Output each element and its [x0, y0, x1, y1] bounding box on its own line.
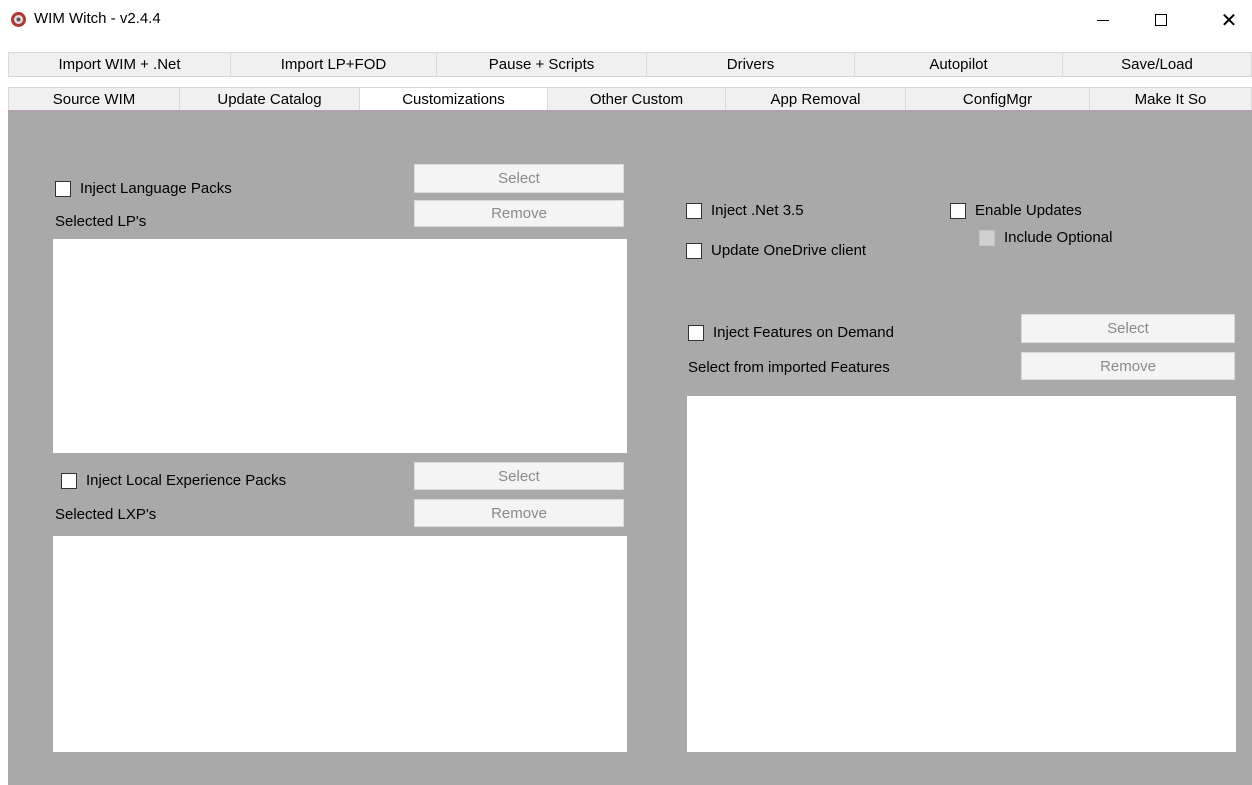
selected-lps-label: Selected LP's [55, 213, 147, 230]
inject-lxp-checkbox[interactable]: Inject Local Experience Packs [61, 472, 286, 489]
minimize-button[interactable] [1080, 0, 1126, 40]
tab-autopilot[interactable]: Autopilot [855, 52, 1063, 76]
checkbox-label: Inject Features on Demand [713, 324, 894, 341]
checkbox-label: Inject Local Experience Packs [86, 472, 287, 489]
tab-drivers[interactable]: Drivers [647, 52, 855, 76]
tab-save-load[interactable]: Save/Load [1063, 52, 1252, 76]
close-icon: ✕ [1220, 9, 1238, 32]
inject-fod-checkbox[interactable]: Inject Features on Demand [688, 324, 894, 341]
checkbox-label: Inject Language Packs [80, 180, 232, 197]
inject-language-packs-checkbox[interactable]: Inject Language Packs [55, 180, 232, 197]
checkbox-label: Include Optional [1004, 229, 1113, 246]
selected-lxps-label: Selected LXP's [55, 506, 157, 523]
inject-net35-checkbox[interactable]: Inject .Net 3.5 [686, 202, 804, 219]
title-bar: WIM Witch - v2.4.4 ✕ [0, 0, 1252, 40]
checkbox-box[interactable] [950, 202, 966, 219]
tab-pause-scripts[interactable]: Pause + Scripts [437, 52, 647, 76]
fod-remove-button[interactable]: Remove [1021, 352, 1235, 380]
checkbox-box[interactable] [686, 202, 702, 219]
select-imported-features-label: Select from imported Features [688, 359, 890, 376]
lxp-listbox[interactable] [53, 536, 627, 752]
fod-select-button[interactable]: Select [1021, 314, 1235, 343]
tab-customizations[interactable]: Customizations [360, 87, 548, 111]
lp-remove-button[interactable]: Remove [414, 200, 624, 227]
lxp-remove-button[interactable]: Remove [414, 499, 624, 527]
tab-row-1: Import WIM + .Net Import LP+FOD Pause + … [8, 52, 1252, 76]
tab-import-wim[interactable]: Import WIM + .Net [8, 52, 231, 76]
enable-updates-checkbox[interactable]: Enable Updates [950, 202, 1082, 219]
app-icon [11, 12, 26, 27]
tab-source-wim[interactable]: Source WIM [8, 87, 180, 111]
include-optional-checkbox[interactable]: Include Optional [979, 229, 1112, 246]
close-button[interactable]: ✕ [1206, 0, 1252, 40]
tab-configmgr[interactable]: ConfigMgr [906, 87, 1090, 111]
tab-row-2: Source WIM Update Catalog Customizations… [8, 87, 1252, 111]
lp-listbox[interactable] [53, 239, 627, 453]
checkbox-label: Inject .Net 3.5 [711, 202, 804, 219]
tab-row-separator [8, 76, 1252, 77]
tab-other-custom[interactable]: Other Custom [548, 87, 726, 111]
window-title: WIM Witch - v2.4.4 [34, 10, 161, 27]
maximize-icon [1155, 14, 1167, 26]
tab-update-catalog[interactable]: Update Catalog [180, 87, 360, 111]
tab-app-removal[interactable]: App Removal [726, 87, 906, 111]
minimize-icon [1097, 19, 1109, 21]
tab-import-lp-fod[interactable]: Import LP+FOD [231, 52, 437, 76]
lxp-select-button[interactable]: Select [414, 462, 624, 490]
lp-select-button[interactable]: Select [414, 164, 624, 193]
checkbox-label: Enable Updates [975, 202, 1082, 219]
checkbox-box[interactable] [686, 242, 702, 259]
update-onedrive-checkbox[interactable]: Update OneDrive client [686, 242, 866, 259]
tab-make-it-so[interactable]: Make It So [1090, 87, 1252, 111]
customizations-panel: Inject Language Packs Selected LP's Sele… [8, 112, 1252, 785]
maximize-button[interactable] [1138, 0, 1184, 40]
checkbox-label: Update OneDrive client [711, 242, 867, 259]
fod-listbox[interactable] [687, 396, 1236, 752]
checkbox-box[interactable] [61, 472, 77, 489]
checkbox-box[interactable] [55, 180, 71, 197]
checkbox-box[interactable] [688, 324, 704, 341]
checkbox-box[interactable] [979, 229, 995, 246]
